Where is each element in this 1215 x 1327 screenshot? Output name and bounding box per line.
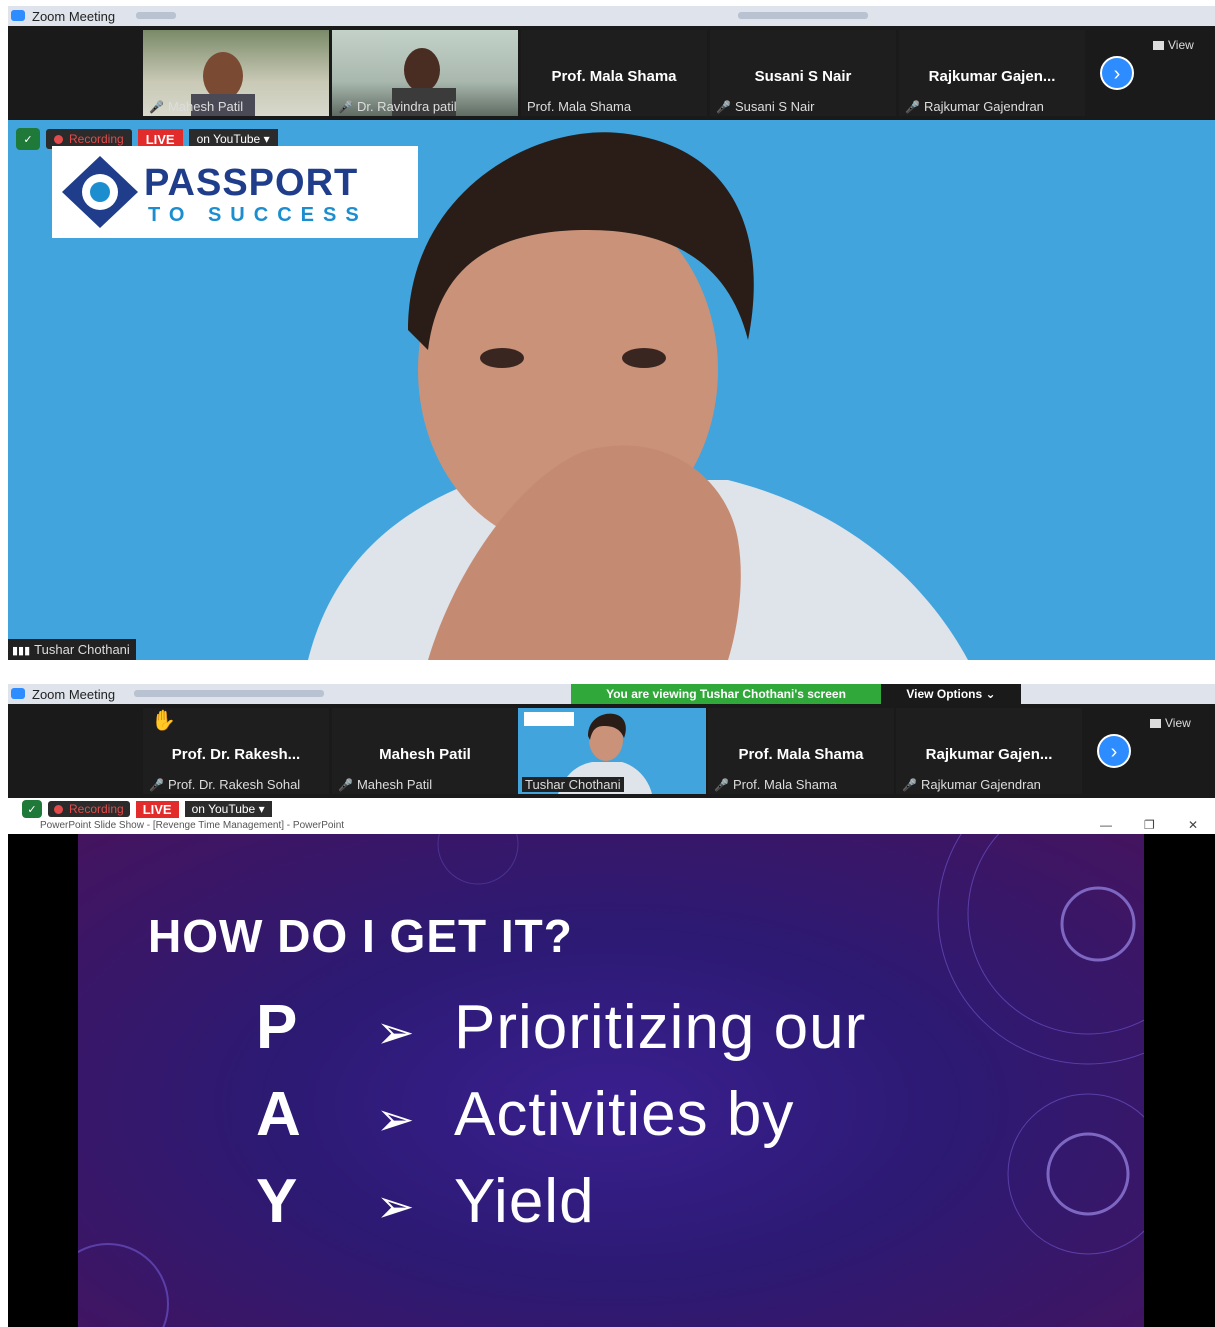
participant-tile[interactable]: Rajkumar Gajen... 🎤 Rajkumar Gajendran — [899, 30, 1085, 116]
participant-name: 🎤 Mahesh Patil — [149, 99, 244, 114]
minimize-icon[interactable]: — — [1100, 818, 1112, 832]
slide-bullet-row: Y ➢ Yield — [256, 1166, 595, 1237]
mic-muted-icon: 🎤 — [716, 100, 731, 114]
youtube-stream-dropdown[interactable]: on YouTube ▾ — [184, 801, 272, 817]
acronym-letter: A — [256, 1080, 301, 1149]
participant-strip: ✋ Prof. Dr. Rakesh... 🎤 Prof. Dr. Rakesh … — [8, 704, 1215, 798]
participant-center-name: Prof. Mala Shama — [551, 68, 677, 85]
participant-strip: 🎤 Mahesh Patil 🎤 Dr. Ravindra patil Prof. … — [8, 26, 1215, 120]
mic-muted-icon: 🎤 — [149, 100, 164, 114]
grid-icon — [1150, 719, 1161, 728]
mic-muted-icon: 🎤 — [714, 778, 729, 792]
bullet-text: Prioritizing our — [454, 993, 867, 1062]
zoom-logo-icon — [11, 688, 25, 699]
blurred-menu — [738, 12, 868, 19]
arrow-bullet-icon: ➢ — [376, 1093, 415, 1145]
speaker-name-label: ▮▮▮ Tushar Chothani — [8, 639, 136, 660]
arrow-bullet-icon: ➢ — [376, 1006, 415, 1058]
participant-name: Prof. Mala Shama — [527, 99, 632, 114]
caret-down-icon: ▾ — [258, 802, 265, 816]
logo-line1: PASSPORT — [144, 162, 359, 204]
chevron-right-icon: › — [1110, 741, 1118, 763]
restore-icon[interactable]: ❐ — [1144, 818, 1155, 832]
slide-bullet-row: P ➢ Prioritizing our — [256, 992, 866, 1063]
mic-muted-icon: 🎤 — [149, 778, 164, 792]
presentation-slide: HOW DO I GET IT? P ➢ Prioritizing our A … — [78, 834, 1144, 1327]
blurred-menu — [136, 12, 176, 19]
active-speaker-video: ✓ Recording LIVE on YouTube ▾ PASSPORT T… — [8, 120, 1215, 660]
view-button[interactable]: View — [1150, 716, 1191, 730]
view-button[interactable]: View — [1153, 38, 1194, 52]
grid-icon — [1153, 41, 1164, 50]
logo-mark-icon — [62, 156, 138, 228]
participant-center-name: Prof. Mala Shama — [738, 746, 864, 763]
slide-bullet-row: A ➢ Activities by — [256, 1079, 794, 1150]
participant-name: 🎤 Mahesh Patil — [338, 777, 433, 792]
acronym-letter: P — [256, 993, 298, 1062]
window-title: Zoom Meeting — [32, 687, 116, 702]
zoom-window-top: Zoom Meeting 🎤 Mahesh Patil 🎤 Dr. Ravindra… — [8, 6, 1215, 660]
powerpoint-title-bar: PowerPoint Slide Show - [Revenge Time Ma… — [8, 818, 1215, 834]
signal-bars-icon: ▮▮▮ — [12, 645, 31, 657]
participant-tile[interactable]: Prof. Mala Shama Prof. Mala Shama — [521, 30, 707, 116]
mic-muted-icon: 🎤 — [338, 100, 353, 114]
participant-name: 🎤 Dr. Ravindra patil — [338, 99, 457, 114]
participant-tile[interactable]: Susani S Nair 🎤 Susani S Nair — [710, 30, 896, 116]
security-shield-icon[interactable]: ✓ — [22, 800, 42, 818]
bullet-text: Activities by — [454, 1080, 795, 1149]
participant-tile-active-speaker[interactable]: Tushar Chothani — [518, 708, 706, 794]
next-page-button[interactable]: › — [1100, 56, 1134, 90]
title-bar: Zoom Meeting — [8, 6, 1215, 26]
slide-heading: HOW DO I GET IT? — [148, 910, 573, 962]
blurred-menu — [134, 690, 324, 697]
participant-tile[interactable]: Mahesh Patil 🎤 Mahesh Patil — [332, 708, 518, 794]
screen-share-banner: You are viewing Tushar Chothani's screen — [571, 684, 881, 704]
zoom-logo-icon — [11, 10, 25, 21]
bullet-text: Yield — [454, 1167, 595, 1236]
next-page-button[interactable]: › — [1097, 734, 1131, 768]
arrow-bullet-icon: ➢ — [376, 1180, 415, 1232]
chevron-down-icon: ⌄ — [985, 687, 996, 701]
close-icon[interactable]: ✕ — [1188, 818, 1198, 832]
participant-tile[interactable]: ✋ Prof. Dr. Rakesh... 🎤 Prof. Dr. Rakesh … — [143, 708, 329, 794]
mic-muted-icon: 🎤 — [338, 778, 353, 792]
participant-center-name: Rajkumar Gajen... — [925, 746, 1053, 763]
mic-muted-icon: 🎤 — [902, 778, 917, 792]
passport-to-success-logo: PASSPORT TO SUCCESS — [52, 146, 418, 238]
mic-muted-icon: 🎤 — [905, 100, 920, 114]
acronym-letter: Y — [256, 1167, 298, 1236]
chevron-right-icon: › — [1113, 63, 1121, 85]
shared-screen: HOW DO I GET IT? P ➢ Prioritizing our A … — [8, 834, 1215, 1327]
participant-center-name: Rajkumar Gajen... — [928, 68, 1056, 85]
participant-name: 🎤 Prof. Mala Shama — [714, 777, 837, 792]
participant-tile[interactable]: 🎤 Dr. Ravindra patil — [332, 30, 518, 116]
caret-down-icon: ▾ — [263, 132, 270, 146]
record-dot-icon — [54, 805, 63, 814]
raised-hand-icon: ✋ — [151, 710, 176, 732]
security-shield-icon[interactable]: ✓ — [16, 128, 40, 150]
view-options-dropdown[interactable]: View Options ⌄ — [881, 684, 1021, 704]
meeting-status-overlay: ✓ Recording LIVE on YouTube ▾ — [22, 800, 272, 818]
participant-name: 🎤 Rajkumar Gajendran — [902, 777, 1041, 792]
participant-tile[interactable]: 🎤 Mahesh Patil — [143, 30, 329, 116]
participant-name: 🎤 Prof. Dr. Rakesh Sohal — [149, 777, 301, 792]
logo-line2: TO SUCCESS — [148, 204, 368, 226]
zoom-window-bottom: Zoom Meeting You are viewing Tushar Chot… — [8, 684, 1215, 1327]
participant-name: 🎤 Susani S Nair — [716, 99, 815, 114]
participant-center-name: Susani S Nair — [754, 68, 852, 85]
recording-indicator[interactable]: Recording — [48, 801, 130, 817]
participant-center-name: Prof. Dr. Rakesh... — [171, 746, 301, 763]
title-bar: Zoom Meeting You are viewing Tushar Chot… — [8, 684, 1215, 704]
participant-tile[interactable]: Rajkumar Gajen... 🎤 Rajkumar Gajendran — [896, 708, 1082, 794]
live-badge: LIVE — [135, 800, 179, 818]
participant-center-name: Mahesh Patil — [379, 746, 471, 763]
record-dot-icon — [54, 135, 63, 144]
powerpoint-window-title: PowerPoint Slide Show - [Revenge Time Ma… — [40, 820, 345, 831]
participant-tile[interactable]: Prof. Mala Shama 🎤 Prof. Mala Shama — [708, 708, 894, 794]
participant-name: Tushar Chothani — [522, 777, 624, 792]
window-title: Zoom Meeting — [32, 9, 116, 24]
participant-name: 🎤 Rajkumar Gajendran — [905, 99, 1044, 114]
